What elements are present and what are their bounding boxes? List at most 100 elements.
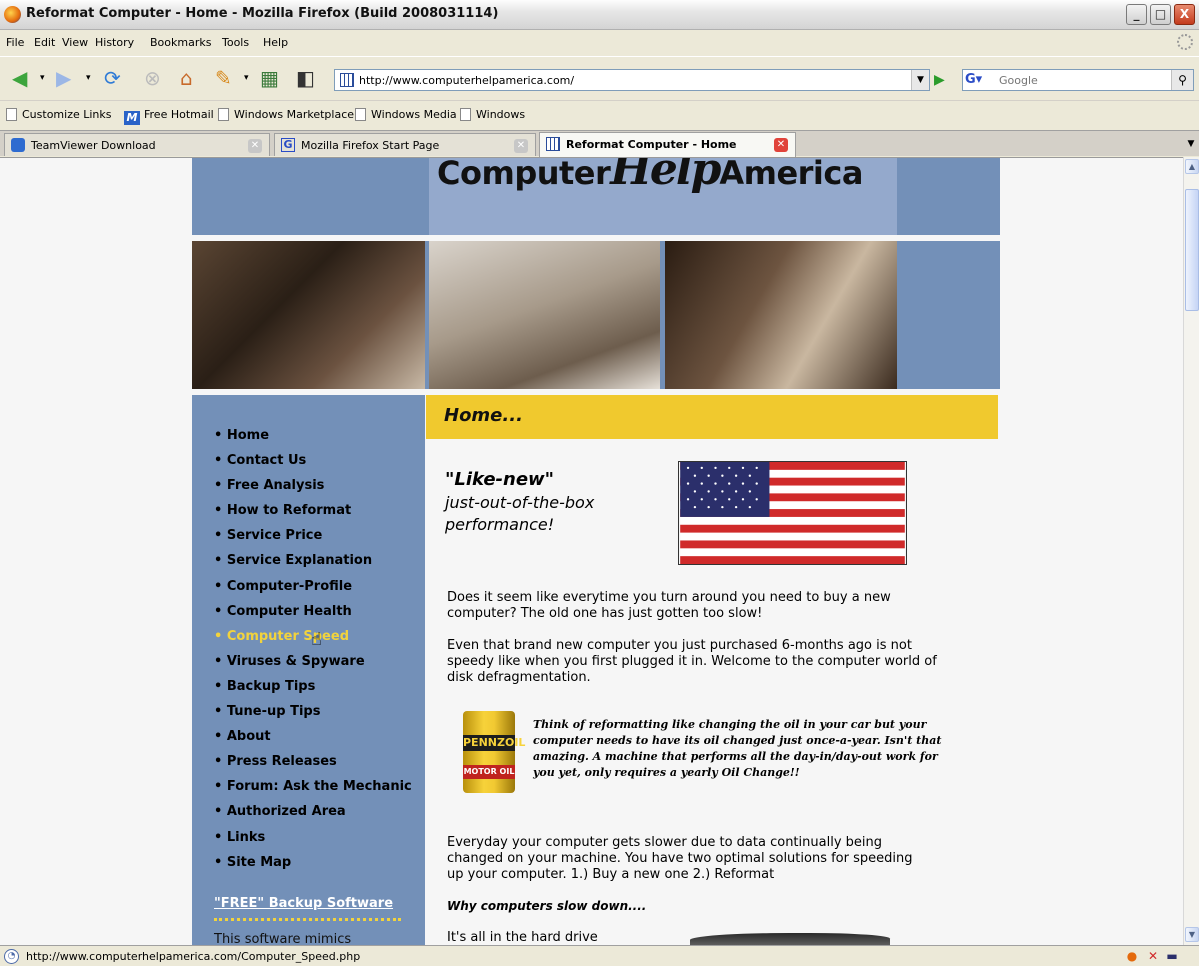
go-icon[interactable]: ▶ — [934, 69, 952, 91]
sidebar-toggle-icon[interactable]: ▦ — [260, 64, 279, 92]
hand-cursor-icon: ☝ — [311, 629, 322, 650]
tab-list-icon[interactable]: ▼ — [1185, 135, 1197, 153]
minimize-button[interactable]: _ — [1126, 4, 1147, 25]
scroll-thumb[interactable] — [1185, 189, 1199, 311]
bookmark-customize-links[interactable]: Customize Links — [6, 108, 112, 121]
bookmark-windows-marketplace[interactable]: Windows Marketplace — [218, 108, 354, 121]
google-engine-icon[interactable]: G▾ — [965, 72, 995, 88]
pencil-icon[interactable]: ✎ — [215, 64, 232, 92]
close-tab-icon[interactable]: ✕ — [248, 139, 262, 153]
bookmark-free-hotmail[interactable]: M Free Hotmail — [124, 108, 214, 125]
teamviewer-tab-icon — [11, 138, 25, 152]
menu-bookmarks[interactable]: Bookmarks — [150, 36, 211, 49]
page-icon — [355, 108, 366, 121]
american-flag-image — [678, 461, 907, 565]
forward-dropdown-icon[interactable]: ▾ — [86, 64, 91, 92]
url-input[interactable] — [359, 72, 909, 88]
stop-icon[interactable]: ⊗ — [144, 64, 161, 92]
search-input[interactable] — [999, 72, 1159, 88]
oil-brand-label: PENNZOIL — [463, 735, 526, 751]
search-icon[interactable]: ⚲ — [1171, 70, 1193, 90]
nav-item-forum-ask-the-mechanic[interactable]: Forum: Ask the Mechanic — [214, 779, 412, 804]
reload-icon[interactable]: ⟳ — [104, 64, 121, 92]
nav-item-authorized-area[interactable]: Authorized Area — [214, 804, 412, 829]
us-flag-icon[interactable]: ▬ — [1164, 949, 1180, 963]
nav-item-viruses-spyware[interactable]: Viruses & Spyware — [214, 654, 412, 679]
scroll-down-icon[interactable]: ▼ — [1185, 927, 1199, 942]
hard-drive-image — [690, 933, 890, 945]
page-icon — [6, 108, 17, 121]
nav-item-computer-health[interactable]: Computer Health — [214, 604, 412, 629]
bookmarks-toolbar: Customize Links M Free Hotmail Windows Ma… — [0, 100, 1199, 128]
pencil-dropdown-icon[interactable]: ▾ — [244, 64, 249, 92]
status-bar: ◔ http://www.computerhelpamerica.com/Com… — [0, 945, 1199, 966]
nav-item-service-explanation[interactable]: Service Explanation — [214, 553, 412, 578]
nav-item-about[interactable]: About — [214, 729, 412, 754]
page-icon — [218, 108, 229, 121]
pennzoil-can-image: PENNZOIL MOTOR OIL — [463, 711, 526, 793]
search-bar[interactable]: G▾ ⚲ — [962, 69, 1194, 91]
logo-text-mid: Help — [610, 158, 721, 195]
maximize-button[interactable]: □ — [1150, 4, 1171, 25]
close-tab-icon[interactable]: ✕ — [774, 138, 788, 152]
home-icon[interactable]: ⌂ — [180, 64, 193, 92]
url-dropdown-icon[interactable]: ▼ — [911, 70, 929, 90]
bookmark-label: Windows — [476, 108, 526, 121]
intro-paragraph: Does it seem like everytime you turn aro… — [447, 590, 891, 621]
header-logo-panel: ComputerHelpAmerica — [429, 158, 897, 235]
back-dropdown-icon[interactable]: ▾ — [40, 64, 45, 92]
menu-history[interactable]: History — [95, 36, 134, 49]
nav-item-service-price[interactable]: Service Price — [214, 528, 412, 553]
calculator-photo — [192, 241, 425, 389]
page-icon — [460, 108, 471, 121]
menu-tools[interactable]: Tools — [222, 36, 249, 49]
nav-item-how-to-reformat[interactable]: How to Reformat — [214, 503, 412, 528]
likenew-heading: "Like-new" — [445, 469, 555, 490]
teamviewer-icon[interactable]: ◧ — [296, 64, 315, 92]
address-bar[interactable]: ▼ — [334, 69, 930, 91]
nav-item-links[interactable]: Links — [214, 830, 412, 855]
site-logo[interactable]: ComputerHelpAmerica — [437, 158, 863, 195]
likenew-line: performance! — [445, 515, 555, 534]
msn-icon: M — [124, 111, 140, 125]
network-cable-photo — [665, 241, 897, 389]
laptop-photo — [429, 241, 660, 389]
free-backup-text: This software mimics — [214, 932, 352, 945]
back-icon[interactable]: ◀ — [12, 64, 27, 92]
menu-file[interactable]: File — [6, 36, 24, 49]
firefox-status-icon[interactable]: ● — [1124, 949, 1140, 963]
nav-item-contact-us[interactable]: Contact Us — [214, 453, 412, 478]
bookmark-windows-media[interactable]: Windows Media — [355, 108, 457, 121]
tab-firefox-start[interactable]: G Mozilla Firefox Start Page ✕ — [274, 133, 536, 156]
site-tab-icon — [546, 137, 560, 151]
tab-teamviewer[interactable]: TeamViewer Download ✕ — [4, 133, 270, 156]
forward-icon[interactable]: ▶ — [56, 64, 71, 92]
menu-edit[interactable]: Edit — [34, 36, 55, 49]
blocked-icon[interactable]: ✕ — [1145, 949, 1161, 963]
logo-text-right: America — [719, 158, 863, 192]
nav-item-backup-tips[interactable]: Backup Tips — [214, 679, 412, 704]
dotted-divider — [214, 918, 401, 921]
loading-status-icon: ◔ — [4, 949, 19, 964]
close-tab-icon[interactable]: ✕ — [514, 139, 528, 153]
vertical-scrollbar[interactable]: ▲ ▼ — [1183, 157, 1199, 945]
page-viewport: ComputerHelpAmerica HomeContact UsFree A… — [0, 157, 1183, 945]
window-title: Reformat Computer - Home - Mozilla Firef… — [26, 6, 499, 21]
bookmark-windows[interactable]: Windows — [460, 108, 525, 121]
nav-item-press-releases[interactable]: Press Releases — [214, 754, 412, 779]
bookmark-label: Windows Marketplace — [234, 108, 355, 121]
menu-help[interactable]: Help — [263, 36, 288, 49]
nav-item-tune-up-tips[interactable]: Tune-up Tips — [214, 704, 412, 729]
status-text: http://www.computerhelpamerica.com/Compu… — [26, 950, 361, 963]
nav-item-site-map[interactable]: Site Map — [214, 855, 412, 880]
tab-reformat-computer[interactable]: Reformat Computer - Home ✕ — [539, 132, 796, 157]
close-button[interactable]: X — [1174, 4, 1195, 25]
throbber-icon — [1177, 34, 1193, 50]
menu-bar: File Edit View History Bookmarks Tools H… — [0, 31, 1199, 55]
nav-item-computer-profile[interactable]: Computer-Profile — [214, 579, 412, 604]
free-backup-link[interactable]: "FREE" Backup Software — [214, 896, 393, 911]
nav-item-free-analysis[interactable]: Free Analysis — [214, 478, 412, 503]
nav-item-home[interactable]: Home — [214, 428, 412, 453]
menu-view[interactable]: View — [62, 36, 88, 49]
scroll-up-icon[interactable]: ▲ — [1185, 159, 1199, 174]
